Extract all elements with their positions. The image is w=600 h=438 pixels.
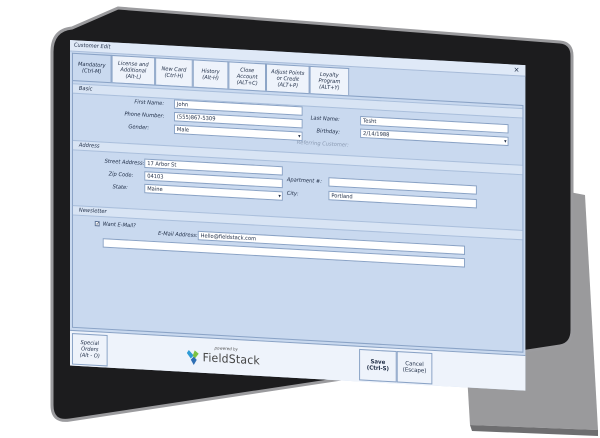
tab-license-additional[interactable]: License and Additional (Alt-L)	[111, 54, 156, 85]
tab-adjust-points[interactable]: Adjust Points or Credit (ALT+P)	[266, 63, 310, 94]
state-label: State:	[112, 184, 128, 192]
want-email-label: Want E-Mail?	[102, 221, 136, 230]
gender-label: Gender:	[128, 124, 150, 132]
tab-history[interactable]: History (Alt-H)	[192, 59, 229, 89]
logo-wordmark: FieldStack	[202, 350, 260, 368]
fieldstack-logo-icon	[186, 350, 199, 365]
close-icon[interactable]: ×	[514, 66, 520, 75]
tab-loyalty-program[interactable]: Loyalty Program (ALT+Y)	[309, 65, 350, 96]
phone-label: Phone Number:	[124, 111, 165, 120]
birthday-label: Birthday:	[316, 128, 341, 136]
chevron-down-icon: ▾	[504, 138, 507, 145]
tab-mandatory[interactable]: Mandatory (Ctrl-M)	[71, 52, 112, 83]
first-name-label: First Name:	[134, 99, 165, 108]
street-label: Street Address:	[104, 158, 145, 167]
window-title: Customer Edit	[73, 42, 111, 51]
tab-close-account[interactable]: Close Account (ALT+C)	[228, 61, 267, 91]
save-button[interactable]: Save (Ctrl-S)	[359, 348, 397, 383]
cancel-button[interactable]: Cancel (Escape)	[396, 351, 433, 385]
want-email-checkbox[interactable]: ✓	[94, 220, 100, 228]
tab-new-card[interactable]: New Card (Ctrl-H)	[155, 57, 193, 87]
fieldstack-logo: powered by FieldStack	[186, 344, 266, 374]
special-orders-button[interactable]: Special Orders (Alt - O)	[71, 333, 108, 367]
apartment-label: Apartment #:	[286, 176, 322, 186]
zip-label: Zip Code:	[108, 171, 134, 179]
city-label: City:	[286, 190, 299, 198]
last-name-label: Last Name:	[310, 115, 340, 124]
email-label: E-Mail Address:	[158, 230, 198, 240]
referring-customer-label: Referring Customer:	[296, 139, 349, 149]
customer-edit-window: Customer Edit × Mandatory (Ctrl-M) Licen…	[70, 40, 526, 391]
section-newsletter: Newsletter	[72, 205, 523, 241]
chevron-down-icon: ▾	[278, 193, 281, 200]
mandatory-panel: Basic First Name: John Last Name: Tesht …	[71, 80, 524, 353]
